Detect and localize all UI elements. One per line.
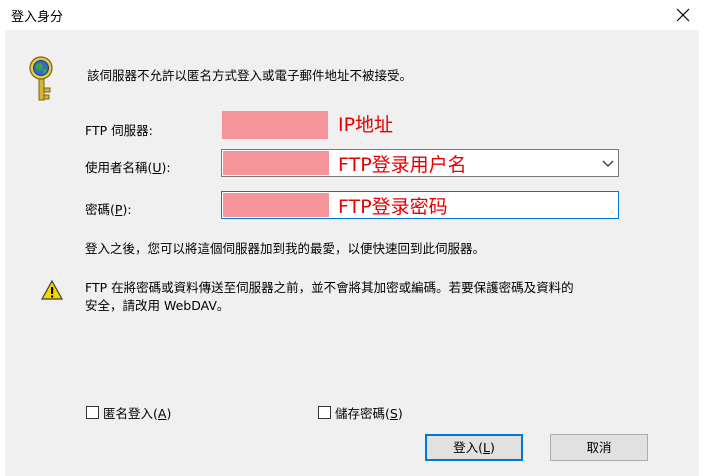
login-button[interactable]: 登入(L) bbox=[425, 434, 523, 461]
password-value-redacted bbox=[223, 193, 329, 217]
anonymous-login-option[interactable]: 匿名登入(A) bbox=[86, 403, 171, 422]
save-password-option[interactable]: 儲存密碼(S) bbox=[318, 403, 403, 422]
save-password-label: 儲存密碼(S) bbox=[335, 406, 403, 421]
username-label: 使用者名稱(U): bbox=[85, 160, 171, 175]
server-value-redacted bbox=[222, 111, 328, 139]
favorites-info-text: 登入之後，您可以將這個伺服器加到我的最愛，以便快速回到此伺服器。 bbox=[85, 241, 486, 256]
warning-text-line2: 安全，請改用 WebDAV。 bbox=[85, 298, 230, 313]
cancel-button[interactable]: 取消 bbox=[550, 434, 648, 461]
warning-icon bbox=[41, 279, 63, 300]
warning-text-line1: FTP 在將密碼或資料傳送至伺服器之前，並不會將其加密或編碼。若要保護密碼及資料… bbox=[85, 280, 574, 295]
anonymous-login-checkbox[interactable] bbox=[86, 406, 99, 419]
password-label: 密碼(P): bbox=[85, 202, 132, 217]
dialog-body: 該伺服器不允許以匿名方式登入或電子郵件地址不被接受。 FTP 伺服器: IP地址… bbox=[5, 30, 699, 476]
title-bar: 登入身分 bbox=[0, 0, 706, 30]
username-combobox[interactable]: FTP登录用户名 bbox=[221, 149, 619, 177]
window-title: 登入身分 bbox=[11, 10, 64, 25]
save-password-checkbox[interactable] bbox=[318, 406, 331, 419]
username-value-redacted bbox=[223, 151, 329, 175]
anonymous-login-label: 匿名登入(A) bbox=[103, 406, 172, 421]
chevron-down-icon[interactable] bbox=[602, 158, 614, 168]
close-icon bbox=[676, 8, 690, 22]
username-annotation: FTP登录用户名 bbox=[338, 154, 467, 176]
password-annotation: FTP登录密码 bbox=[338, 196, 448, 218]
close-button[interactable] bbox=[660, 0, 706, 30]
info-message: 該伺服器不允許以匿名方式登入或電子郵件地址不被接受。 bbox=[87, 68, 413, 83]
password-field[interactable]: FTP登录密码 bbox=[221, 191, 619, 219]
server-annotation: IP地址 bbox=[338, 114, 394, 136]
key-globe-icon bbox=[29, 56, 53, 101]
server-label: FTP 伺服器: bbox=[85, 123, 153, 138]
